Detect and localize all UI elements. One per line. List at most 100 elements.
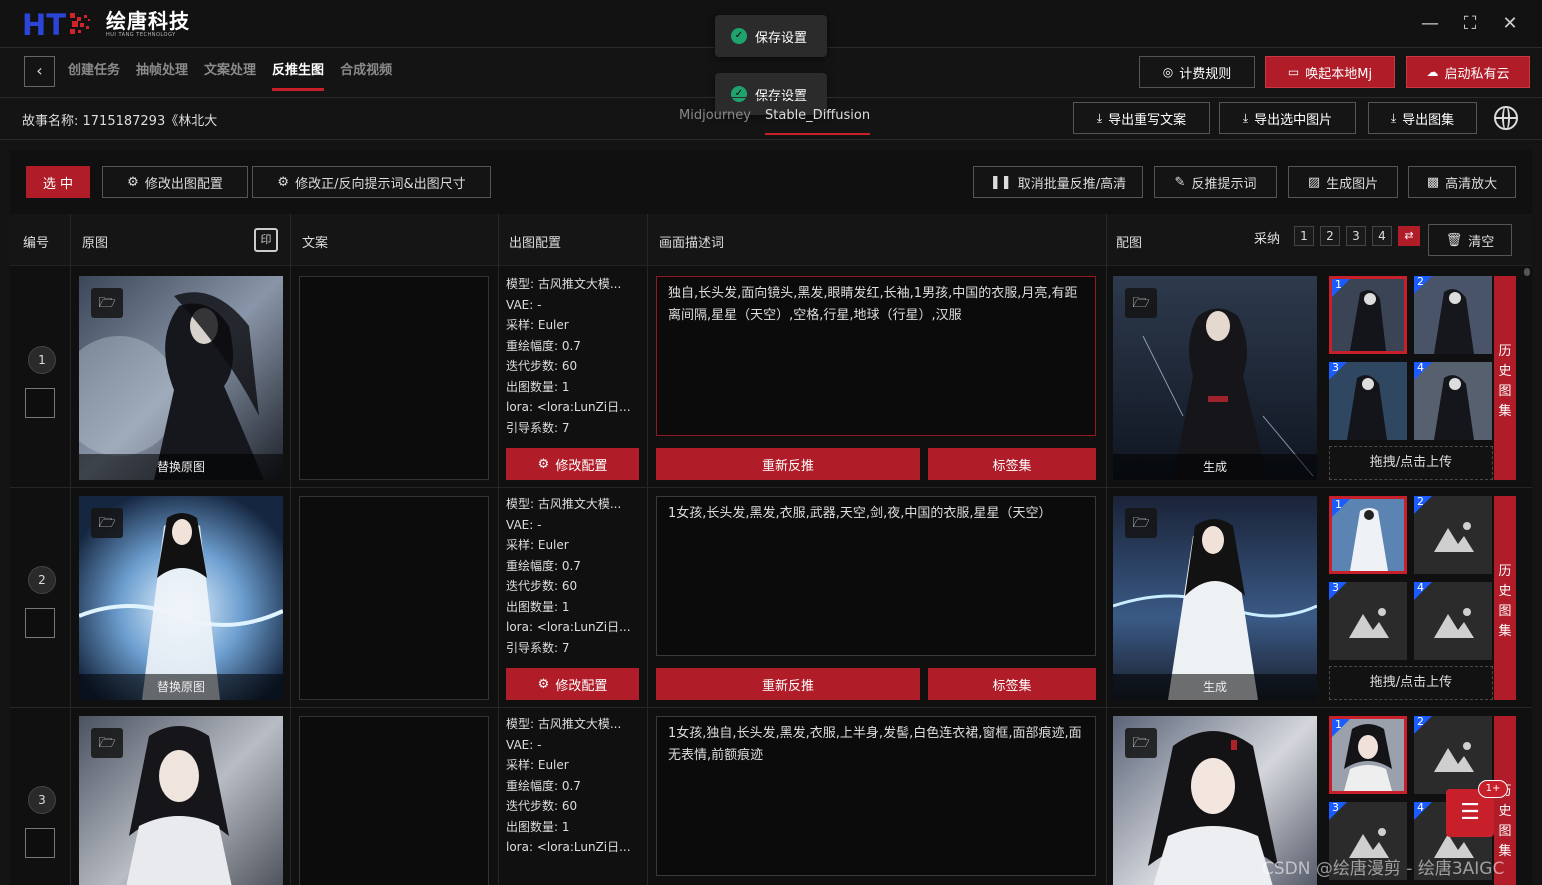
history-label: 历史图集 xyxy=(1498,344,1512,419)
variant-thumb-3[interactable]: 3 xyxy=(1329,362,1407,440)
loop-icon[interactable]: ⇄ xyxy=(1398,226,1420,246)
prompt-textarea[interactable]: 独自,长头发,面向镜头,黑发,眼睛发红,长袖,1男孩,中国的衣服,月亮,有距离间… xyxy=(656,276,1096,436)
close-icon[interactable]: ✕ xyxy=(1498,12,1522,36)
clear-button[interactable]: 🗑 清空 xyxy=(1428,224,1512,256)
reverse-prompt-button[interactable]: ✎ 反推提示词 xyxy=(1154,166,1277,198)
tab-midjourney[interactable]: Midjourney xyxy=(679,108,751,123)
matched-image[interactable]: 🗁 生成 xyxy=(1113,276,1317,480)
app-logo: HT 绘唐科技 HUI TANG TECHNOLOGY xyxy=(22,8,190,40)
config-denoise: 重绘幅度: 0.7 xyxy=(506,558,581,573)
prompt-textarea[interactable]: 1女孩,长头发,黑发,衣服,武器,天空,剑,夜,中国的衣服,星星（天空） xyxy=(656,496,1096,656)
variant-thumb-1[interactable]: 1 xyxy=(1329,716,1407,794)
adopt-1-button[interactable]: 1 xyxy=(1294,226,1314,246)
original-image[interactable]: 🗁 替换原图 xyxy=(79,496,283,700)
folder-icon[interactable]: 🗁 xyxy=(1125,288,1157,318)
upload-dropzone[interactable]: 拖拽/点击上传 xyxy=(1329,666,1493,700)
row-checkbox[interactable] xyxy=(25,828,55,858)
export-copy-label: 导出重写文案 xyxy=(1108,112,1187,128)
edit-config-label: 修改出图配置 xyxy=(144,176,223,192)
tags-button[interactable]: 标签集 xyxy=(928,668,1096,700)
minimize-icon[interactable]: — xyxy=(1418,12,1442,36)
cancel-batch-button[interactable]: ❚❚ 取消批量反推/高清 xyxy=(973,166,1143,198)
copy-textbox[interactable] xyxy=(299,276,489,480)
variant-thumb-4[interactable]: 4 xyxy=(1414,362,1492,440)
tab-copy-process[interactable]: 文案处理 xyxy=(204,48,256,91)
tab-create-task[interactable]: 创建任务 xyxy=(68,48,120,91)
story-bar: 故事名称: 1715187293《林北大 Midjourney Stable_D… xyxy=(0,98,1542,140)
stamp-icon[interactable]: 印 xyxy=(254,228,278,252)
row-checkbox[interactable] xyxy=(25,608,55,638)
config-steps: 迭代步数: 60 xyxy=(506,359,578,373)
original-image[interactable]: 🗁 替换原图 xyxy=(79,276,283,480)
export-gallery-button[interactable]: ⤓ 导出图集 xyxy=(1368,102,1477,134)
tab-stable-diffusion[interactable]: Stable_Diffusion xyxy=(765,108,871,135)
generate-button[interactable]: 生成 xyxy=(1113,454,1317,480)
variant-thumb-1[interactable]: 1 xyxy=(1329,496,1407,574)
replace-original-button[interactable]: 替换原图 xyxy=(79,674,283,700)
re-reverse-button[interactable]: 重新反推 xyxy=(656,668,920,700)
select-button[interactable]: 选 中 xyxy=(26,166,90,198)
edit-row-config-button[interactable]: ⚙ 修改配置 xyxy=(506,448,639,480)
gear-icon: ⚙ xyxy=(537,676,550,692)
original-image[interactable]: 🗁 xyxy=(79,716,283,885)
tab-compose-video[interactable]: 合成视频 xyxy=(340,48,392,91)
variant-thumb-1[interactable]: 1 xyxy=(1329,276,1407,354)
generate-image-button[interactable]: ▨ 生成图片 xyxy=(1288,166,1398,198)
variant-number: 1 xyxy=(1335,278,1342,291)
folder-icon[interactable]: 🗁 xyxy=(91,288,123,318)
cancel-batch-label: 取消批量反推/高清 xyxy=(1017,176,1127,192)
copy-textbox[interactable] xyxy=(299,716,489,885)
tab-frame-extract[interactable]: 抽帧处理 xyxy=(136,48,188,91)
variant-thumb-2[interactable]: 2 xyxy=(1414,276,1492,354)
copy-textbox[interactable] xyxy=(299,496,489,700)
folder-icon[interactable]: 🗁 xyxy=(91,728,123,758)
adopt-3-button[interactable]: 3 xyxy=(1346,226,1366,246)
folder-icon[interactable]: 🗁 xyxy=(91,508,123,538)
variant-number: 4 xyxy=(1417,362,1424,374)
row-checkbox[interactable] xyxy=(25,388,55,418)
matched-image[interactable]: 🗁 生成 xyxy=(1113,496,1317,700)
prompt-textarea[interactable]: 1女孩,独自,长头发,黑发,衣服,上半身,发髻,白色连衣裙,窗框,面部痕迹,面无… xyxy=(656,716,1096,876)
config-cfg-scale: 引导系数: 7 xyxy=(506,640,570,655)
upscale-button[interactable]: ▩ 高清放大 xyxy=(1408,166,1516,198)
adopt-label: 采纳 xyxy=(1254,232,1281,247)
upload-dropzone[interactable]: 拖拽/点击上传 xyxy=(1329,446,1493,480)
variant-number: 3 xyxy=(1332,362,1339,374)
variant-number: 1 xyxy=(1335,498,1342,511)
svg-text:HT: HT xyxy=(22,9,66,39)
folder-icon[interactable]: 🗁 xyxy=(1125,728,1157,758)
variant-thumb-4[interactable]: 4 xyxy=(1414,582,1492,660)
config-sampler: 采样: Euler xyxy=(506,318,569,332)
globe-icon[interactable] xyxy=(1494,106,1518,130)
edit-row-config-button[interactable]: ⚙ 修改配置 xyxy=(506,668,639,700)
replace-original-button[interactable]: 替换原图 xyxy=(79,454,283,480)
adopt-4-button[interactable]: 4 xyxy=(1372,226,1392,246)
edit-row-config-label: 修改配置 xyxy=(555,678,608,694)
history-gallery-button[interactable]: 历史图集 xyxy=(1494,496,1516,700)
export-selected-button[interactable]: ⤓ 导出选中图片 xyxy=(1219,102,1356,134)
folder-icon[interactable]: 🗁 xyxy=(1125,508,1157,538)
tab-reverse-generate[interactable]: 反推生图 xyxy=(272,48,325,91)
scrollbar-thumb[interactable] xyxy=(1524,268,1530,276)
edit-prompt-button[interactable]: ⚙ 修改正/反向提示词&出图尺寸 xyxy=(252,166,491,198)
config-denoise: 重绘幅度: 0.7 xyxy=(506,778,581,793)
pause-icon: ❚❚ xyxy=(989,174,1012,190)
adopt-2-button[interactable]: 2 xyxy=(1320,226,1340,246)
edit-config-button[interactable]: ⚙ 修改出图配置 xyxy=(102,166,248,198)
export-copy-button[interactable]: ⤓ 导出重写文案 xyxy=(1073,102,1210,134)
private-cloud-button[interactable]: ☁ 启动私有云 xyxy=(1406,56,1530,88)
variant-number: 2 xyxy=(1417,496,1424,508)
maximize-icon[interactable]: ⛶ xyxy=(1458,12,1482,36)
tags-button[interactable]: 标签集 xyxy=(928,448,1096,480)
row-index: 1 xyxy=(28,346,56,374)
re-reverse-button[interactable]: 重新反推 xyxy=(656,448,920,480)
table-row: 2 🗁 替换原图 模型: 古风推文大模... VAE: - 采样: Euler … xyxy=(10,488,1532,708)
main-panel: 选 中 ⚙ 修改出图配置 ⚙ 修改正/反向提示词&出图尺寸 ❚❚ 取消批量反推/高清 … xyxy=(10,150,1532,885)
billing-button[interactable]: ◎ 计费规则 xyxy=(1139,56,1255,88)
back-button[interactable]: ‹ xyxy=(24,56,55,87)
history-gallery-button[interactable]: 历史图集 xyxy=(1494,276,1516,480)
generate-button[interactable]: 生成 xyxy=(1113,674,1317,700)
variant-thumb-3[interactable]: 3 xyxy=(1329,582,1407,660)
local-mj-button[interactable]: ▭ 唤起本地Mj xyxy=(1265,56,1395,88)
variant-thumb-2[interactable]: 2 xyxy=(1414,496,1492,574)
